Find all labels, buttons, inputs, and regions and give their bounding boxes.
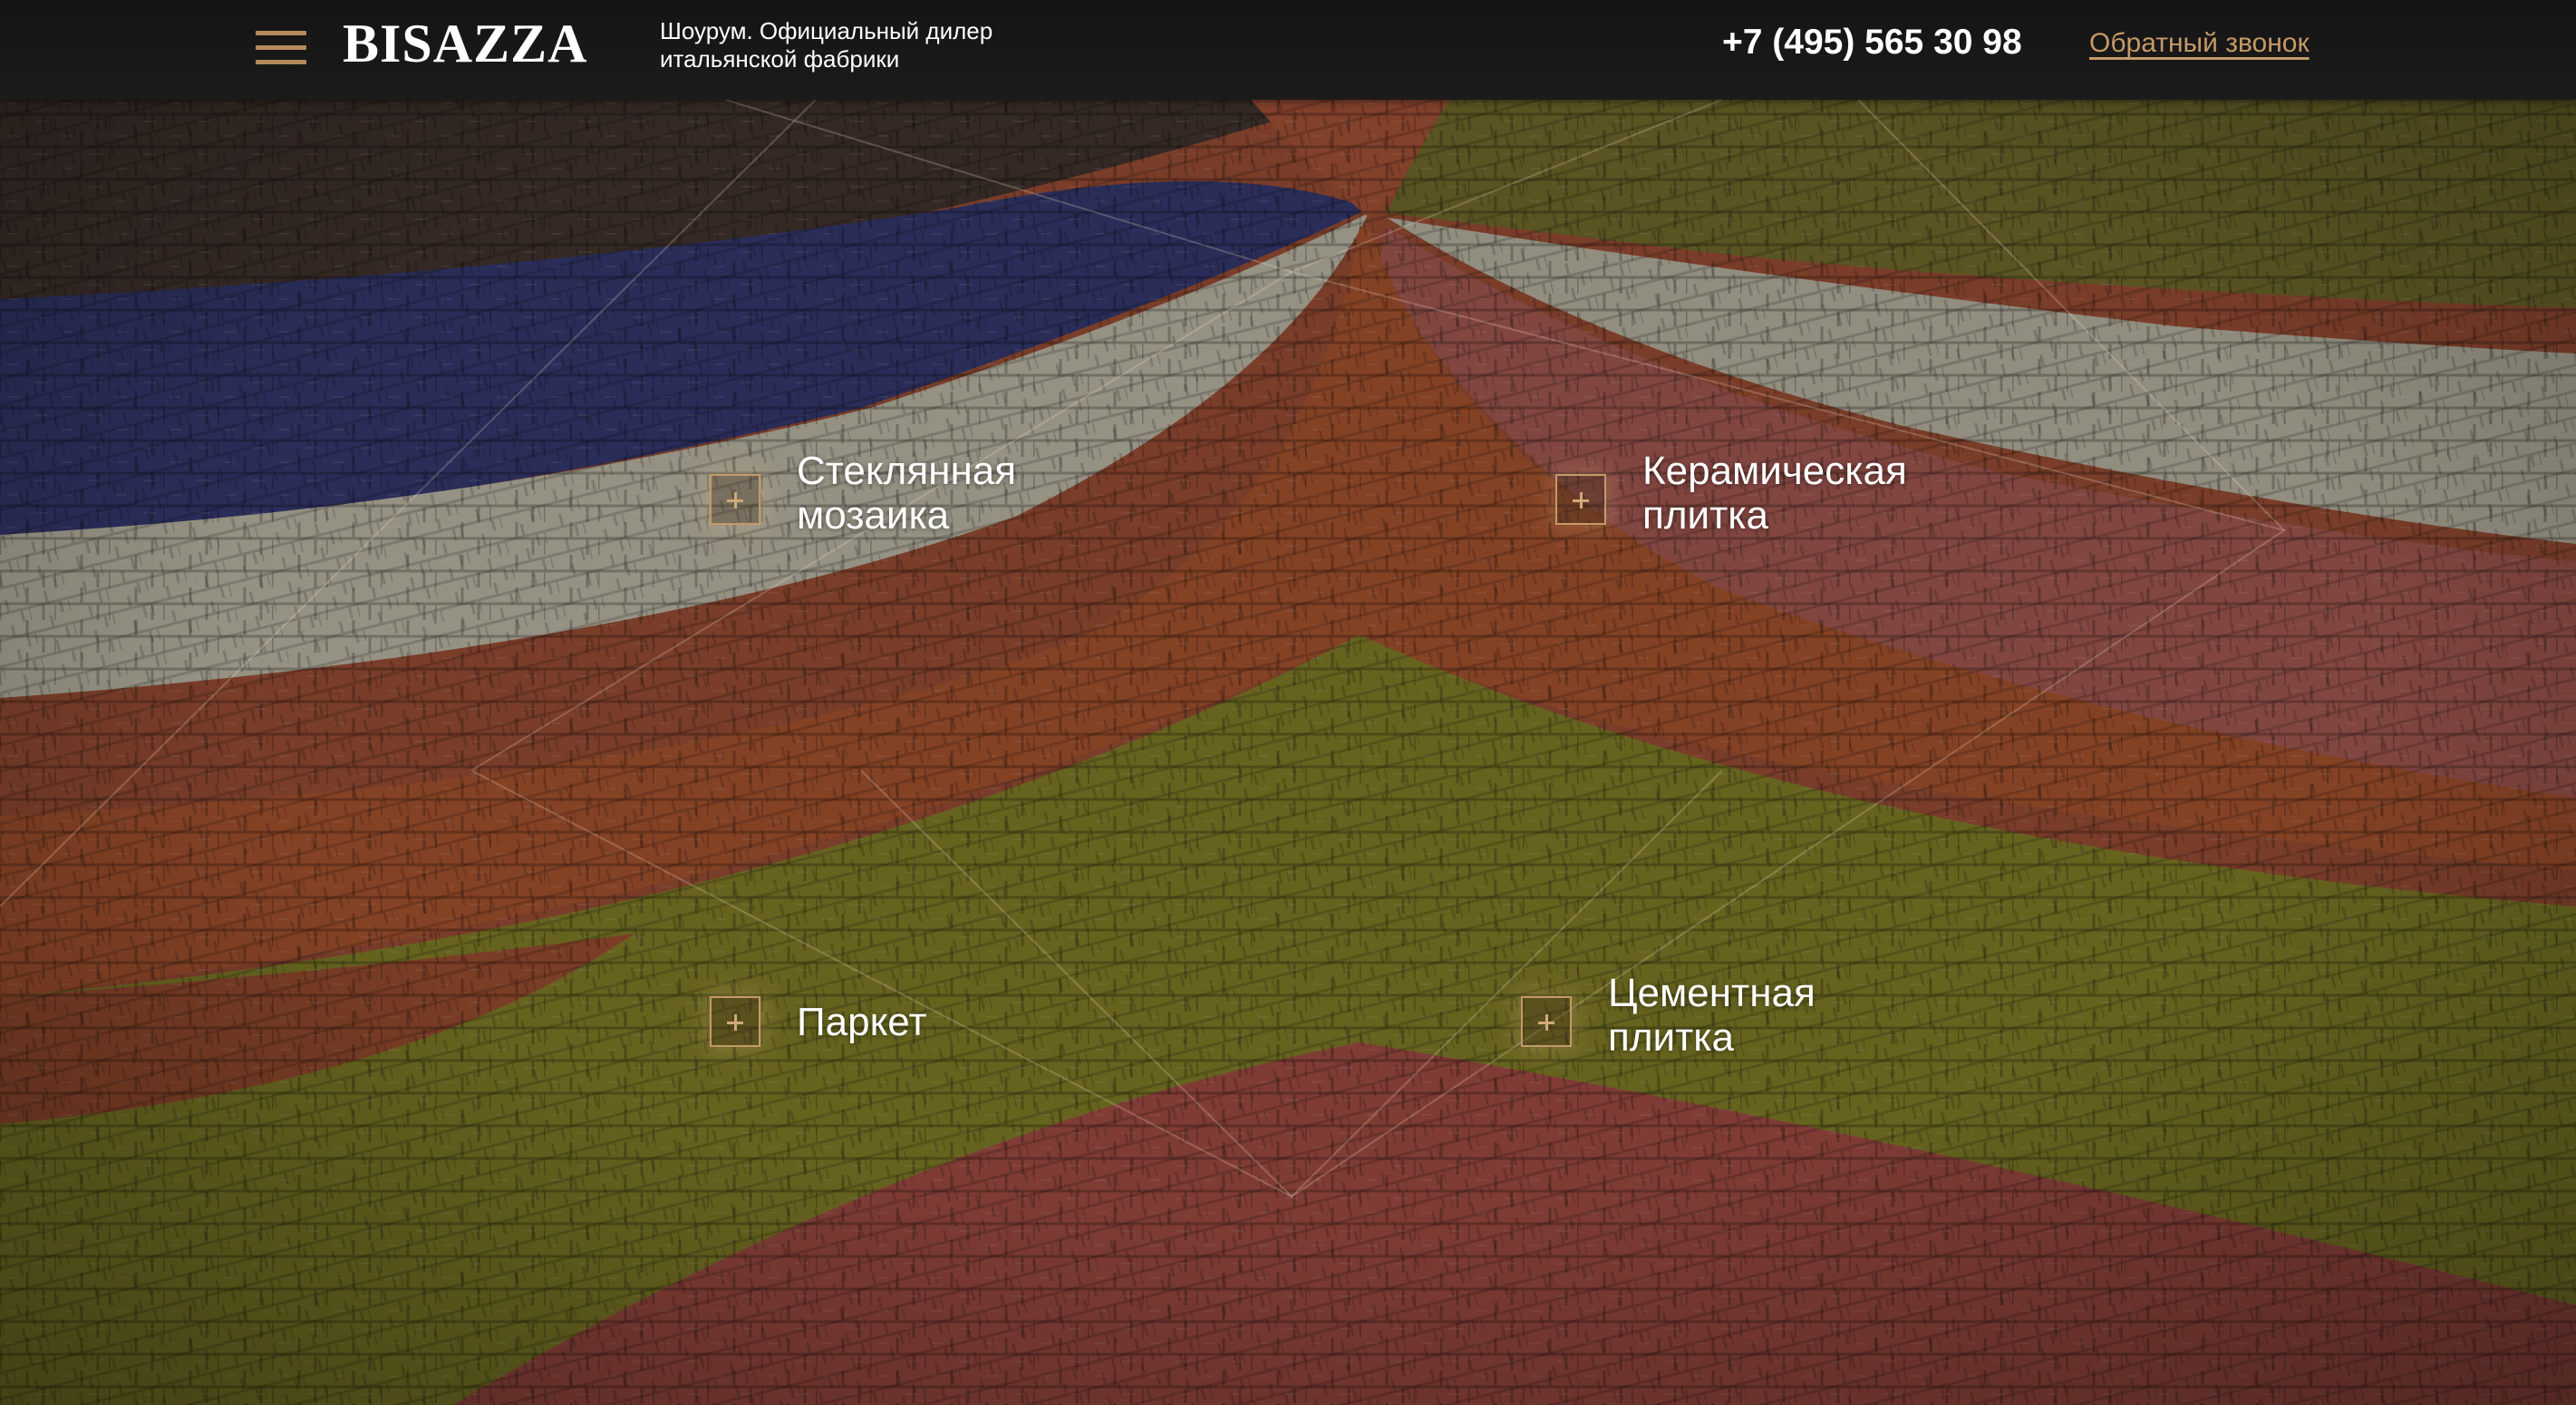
category-label: Стеклянная мозаика xyxy=(797,449,1016,538)
plus-icon[interactable] xyxy=(1521,996,1572,1047)
diamond-grid-decoration xyxy=(0,99,2287,1198)
callback-link[interactable]: Обратный звонок xyxy=(2089,25,2310,62)
category-label-line-2: мозаика xyxy=(797,493,950,538)
tagline-line-1: Шоурум. Официальный дилер xyxy=(660,17,993,44)
category-label-line-1: Керамическая xyxy=(1642,449,1907,493)
tagline-line-2: итальянской фабрики xyxy=(660,45,900,73)
phone-number-link[interactable]: +7 (495) 565 30 98 xyxy=(1722,19,2022,66)
grid-line xyxy=(0,99,817,907)
plus-icon[interactable] xyxy=(710,474,760,525)
hamburger-menu-icon[interactable] xyxy=(256,31,306,65)
grid-line xyxy=(724,99,1293,273)
grid-line xyxy=(1291,99,1723,273)
category-label-line-2: плитка xyxy=(1608,1015,1734,1060)
category-label-line-1: Стеклянная xyxy=(797,449,1017,493)
brand-logo[interactable]: BISAZZA xyxy=(343,11,587,76)
header-tagline: Шоурум. Официальный дилер итальянской фа… xyxy=(660,17,1041,73)
grid-line xyxy=(860,770,1293,1197)
page: BISAZZA Шоурум. Официальный дилер италья… xyxy=(0,0,2576,1405)
grid-line xyxy=(1857,99,2285,531)
category-label: Керамическая плитка xyxy=(1642,449,1907,538)
site-header: BISAZZA Шоурум. Официальный дилер италья… xyxy=(0,0,2576,100)
category-label-line-2: плитка xyxy=(1642,493,1768,538)
category-label: Цементная плитка xyxy=(1608,971,1816,1060)
category-label: Паркет xyxy=(797,1000,926,1044)
plus-icon[interactable] xyxy=(1555,474,1606,525)
plus-icon[interactable] xyxy=(710,996,760,1047)
category-label-line-1: Цементная xyxy=(1608,971,1816,1015)
grid-diamond xyxy=(470,270,2287,1198)
category-label-line-1: Паркет xyxy=(797,1000,927,1044)
